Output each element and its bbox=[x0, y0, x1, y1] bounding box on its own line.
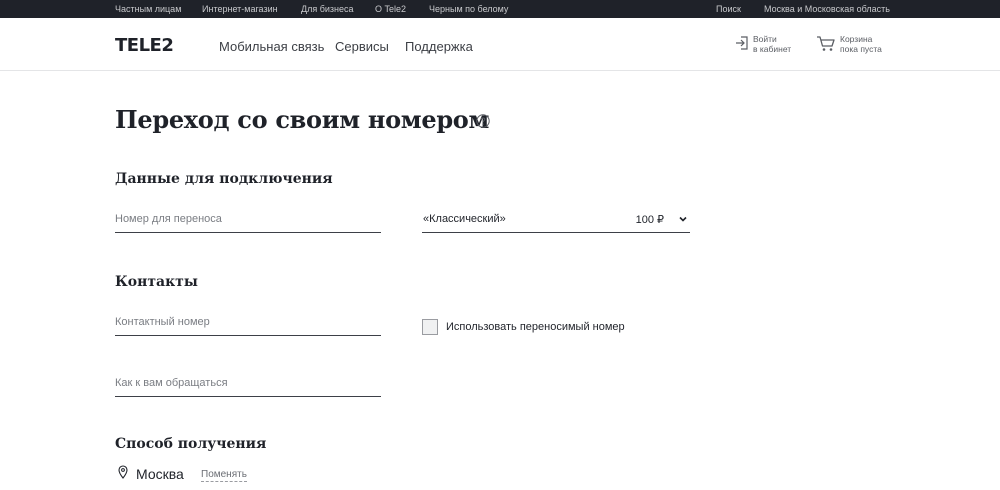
cart-icon[interactable] bbox=[816, 35, 836, 52]
login-line2: в кабинет bbox=[753, 44, 792, 54]
name-placeholder: Как к вам обращаться bbox=[115, 377, 228, 389]
use-ported-number-label[interactable]: Использовать переносимый номер bbox=[446, 321, 625, 333]
topbar-search-link[interactable]: Поиск bbox=[716, 3, 741, 15]
port-number-field[interactable]: Номер для переноса bbox=[115, 211, 381, 233]
question-circle-icon[interactable] bbox=[476, 114, 490, 128]
topbar-link-shop[interactable]: Интернет-магазин bbox=[202, 3, 278, 15]
delivery-section-title: Способ получения bbox=[115, 436, 267, 452]
nav-services[interactable]: Сервисы bbox=[335, 39, 389, 55]
contact-phone-placeholder: Контактный номер bbox=[115, 316, 210, 328]
login-icon[interactable] bbox=[735, 36, 749, 50]
tele2-logo[interactable]: TELE2 bbox=[115, 36, 174, 56]
tariff-price: 100 ₽ bbox=[635, 214, 664, 226]
use-ported-number-checkbox[interactable] bbox=[422, 319, 438, 335]
delivery-city: Москва bbox=[136, 466, 184, 482]
change-city-link[interactable]: Поменять bbox=[201, 469, 247, 482]
nav-mobile[interactable]: Мобильная связь bbox=[219, 39, 324, 55]
page-title: Переход со своим номером bbox=[115, 105, 490, 134]
topbar-region-link[interactable]: Москва и Московская область bbox=[764, 3, 890, 15]
topbar-link-about[interactable]: О Tele2 bbox=[375, 3, 406, 15]
topbar-link-business[interactable]: Для бизнеса bbox=[301, 3, 354, 15]
login-line1: Войти bbox=[753, 34, 777, 44]
port-number-placeholder: Номер для переноса bbox=[115, 213, 222, 225]
location-pin-icon bbox=[118, 465, 128, 479]
chevron-down-icon bbox=[679, 216, 687, 222]
cart-line2: пока пуста bbox=[840, 44, 882, 54]
cart-line1: Корзина bbox=[840, 34, 873, 44]
connection-section-title: Данные для подключения bbox=[115, 171, 333, 187]
cart-link[interactable]: Корзина пока пуста bbox=[840, 34, 882, 54]
topbar-link-black-on-white[interactable]: Черным по белому bbox=[429, 3, 508, 15]
main-header: TELE2 Мобильная связь Сервисы Поддержка … bbox=[0, 18, 1000, 71]
login-link[interactable]: Войти в кабинет bbox=[753, 34, 791, 54]
top-bar: Частным лицам Интернет-магазин Для бизне… bbox=[0, 0, 1000, 18]
contact-phone-field[interactable]: Контактный номер bbox=[115, 314, 381, 336]
topbar-link-private[interactable]: Частным лицам bbox=[115, 3, 181, 15]
tariff-select[interactable]: «Классический» 100 ₽ bbox=[422, 211, 690, 233]
tariff-name: «Классический» bbox=[423, 213, 506, 225]
contacts-section-title: Контакты bbox=[115, 274, 198, 290]
name-field[interactable]: Как к вам обращаться bbox=[115, 375, 381, 397]
nav-support[interactable]: Поддержка bbox=[405, 39, 473, 55]
